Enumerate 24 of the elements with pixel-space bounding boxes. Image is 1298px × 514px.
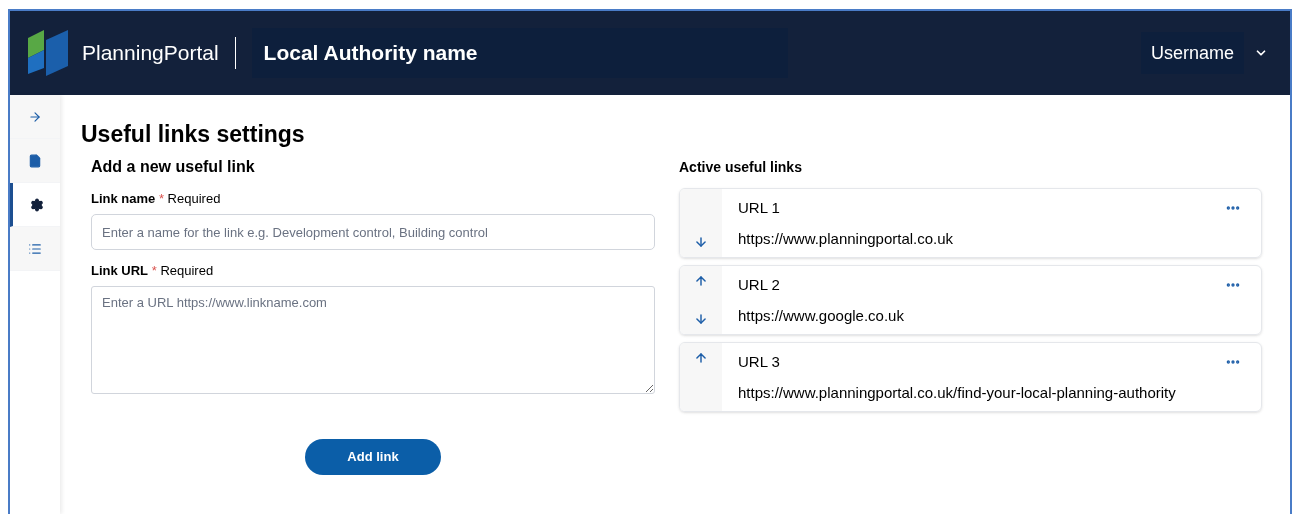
add-link-button[interactable]: Add link: [305, 439, 441, 475]
section-heading: Add a new useful link: [91, 157, 256, 177]
section-heading: Active useful links: [679, 158, 803, 177]
sidebar-item[interactable]: [10, 139, 60, 183]
page-title: Useful links settings: [81, 120, 306, 149]
link-name: URL 1: [738, 198, 780, 218]
user-menu-button[interactable]: Username: [1140, 32, 1244, 74]
link-name: URL 2: [738, 275, 780, 295]
link-name-field[interactable]: Enter a name for the link e.g. Development control, Building control: [91, 214, 655, 250]
field-label: Link name * Required: [91, 190, 222, 208]
field-label: Link URL * Required: [91, 262, 215, 280]
document-icon: [28, 153, 42, 168]
link-name: URL 3: [738, 352, 780, 372]
authority-name: Local Authority name: [251, 28, 788, 78]
arrow-right-icon: [28, 109, 42, 124]
settings-icon: [29, 197, 44, 212]
link-url: https://www.google.co.uk: [738, 306, 905, 326]
link-url: https://www.planningportal.co.uk/find-your-local-planning-authority: [738, 383, 1177, 403]
sidebar-item[interactable]: [10, 183, 60, 227]
link-url: https://www.planningportal.co.uk: [738, 229, 955, 249]
logo-text: PlanningPortal: [82, 40, 219, 67]
link-url-field[interactable]: Enter a URL https://www.linkname.com: [91, 286, 655, 394]
list-icon: [28, 241, 42, 256]
logo-icon: [26, 28, 70, 78]
